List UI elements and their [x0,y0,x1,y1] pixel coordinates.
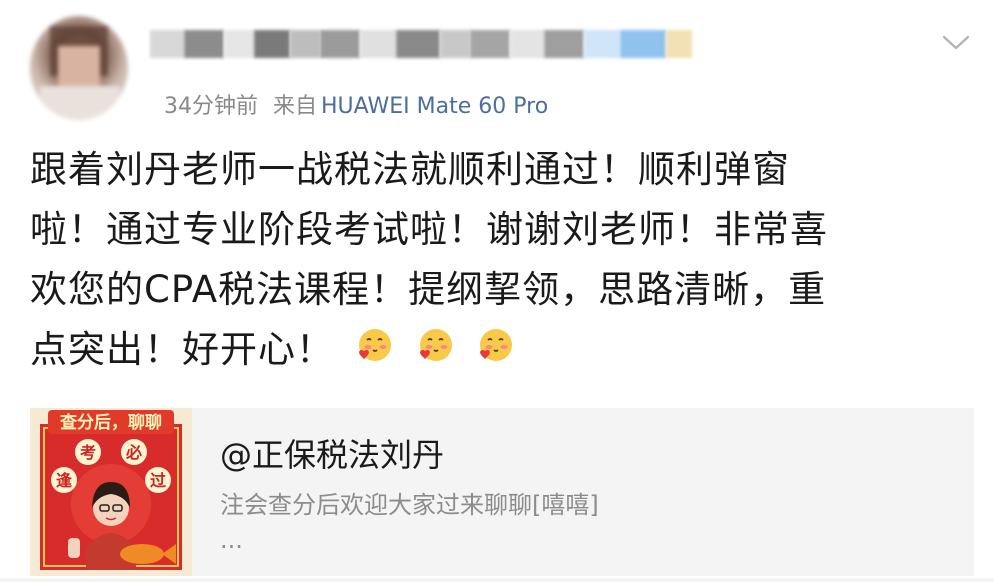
post-text-line: 点突出！好开心！ [30,328,334,371]
from-label: 来自 [273,94,318,119]
thumbnail-illustration: 考 必 过 逢 查分后，聊聊 [30,408,192,576]
username-blurred[interactable] [150,24,750,64]
love-emoji-icon [358,329,391,361]
card-description: 注会查分后欢迎大家过来聊聊[嘻嘻] [220,491,599,519]
card-ellipsis: ... [220,526,243,554]
chevron-down-icon[interactable] [940,30,972,54]
post-meta: 34分钟前 来自 HUAWEI Mate 60 Pro [164,88,548,120]
post-text: 跟着刘丹老师一战税法就顺利通过！顺利弹窗 啦！通过专业阶段考试啦！谢谢刘老师！非… [30,140,940,380]
post-text-line: 跟着刘丹老师一战税法就顺利通过！顺利弹窗 [30,148,790,191]
thumb-char: 考 [80,443,96,462]
divider [0,578,994,582]
avatar[interactable] [30,16,128,120]
post-time: 34分钟前 [164,94,258,119]
love-emoji-icon [480,329,513,361]
post-text-line: 欢您的CPA税法课程！提纲挈领，思路清晰，重 [30,268,827,311]
post-source-link[interactable]: HUAWEI Mate 60 Pro [321,94,548,119]
post-text-line: 啦！通过专业阶段考试啦！谢谢刘老师！非常喜 [30,208,828,251]
thumb-char: 必 [125,443,142,462]
profile-card[interactable]: 考 必 过 逢 查分后，聊聊 @正保税法刘丹 注会查分后欢迎大家过来聊聊[嘻嘻]… [30,408,974,576]
thumb-banner: 查分后，聊聊 [59,412,162,433]
card-thumbnail: 考 必 过 逢 查分后，聊聊 [30,408,192,576]
thumb-char: 逢 [56,471,73,490]
card-title[interactable]: @正保税法刘丹 [220,430,444,476]
love-emoji-icon [419,329,452,361]
thumb-char: 过 [150,471,166,490]
